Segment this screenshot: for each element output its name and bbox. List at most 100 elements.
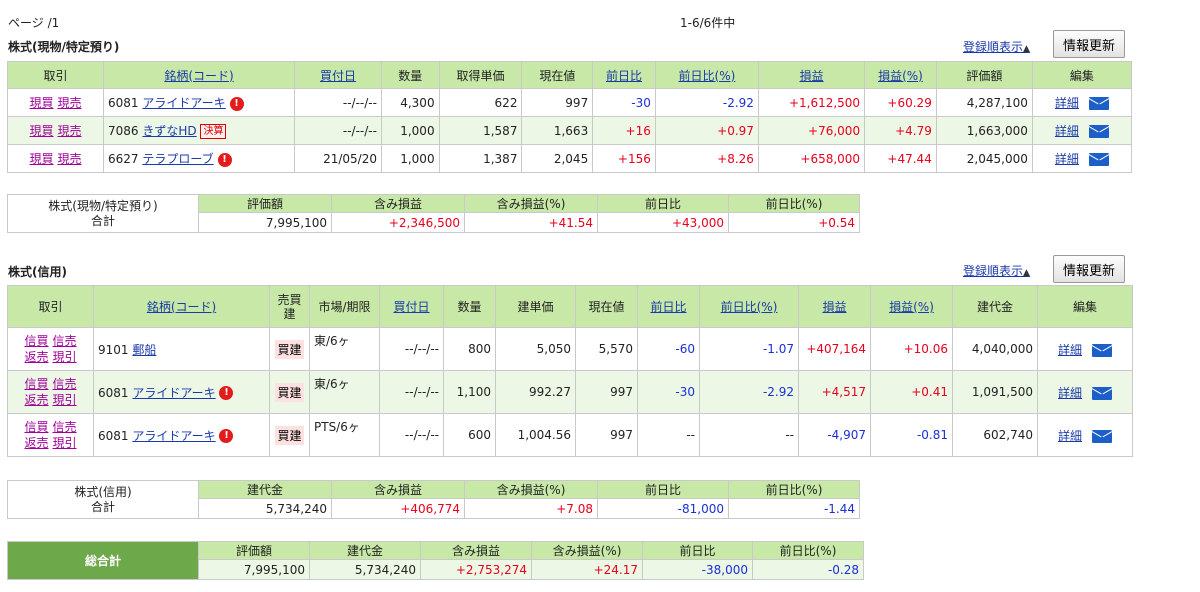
pl: +1,612,500 — [757, 88, 866, 117]
mail-icon[interactable] — [1092, 429, 1112, 443]
col-buydate[interactable]: 買付日 — [294, 61, 382, 89]
buy-date: --/--/-- — [379, 413, 444, 457]
genuri-link[interactable]: 現売 — [58, 152, 82, 166]
cost: 1,587 — [438, 116, 523, 145]
value: 602,740 — [952, 413, 1038, 457]
col-chg[interactable]: 前日比 — [592, 61, 656, 89]
genuri-link[interactable]: 現売 — [58, 96, 82, 110]
mail-icon[interactable] — [1088, 153, 1109, 166]
shinuri-link[interactable]: 信売 — [53, 334, 77, 348]
value: 1,091,500 — [952, 370, 1038, 414]
shinuri-link[interactable]: 信売 — [53, 377, 77, 391]
price: 1,663 — [521, 116, 594, 145]
hensai-link[interactable]: 返売 — [24, 436, 48, 450]
chgp: +0.97 — [654, 116, 759, 145]
plp: -0.81 — [870, 413, 953, 457]
margin-sort-link[interactable]: 登録順表示▲ — [963, 262, 1030, 279]
genbiki-link[interactable]: 現引 — [53, 350, 77, 364]
margin-summary-table: 株式(信用) 合計 建代金 含み損益 含み損益(%) 前日比 前日比(%) 5,7… — [7, 480, 860, 519]
grand-value: -38,000 — [642, 559, 753, 580]
sum-value: +7.08 — [464, 498, 598, 519]
detail-link[interactable]: 詳細 — [1055, 96, 1079, 110]
cash-header-row: 取引 銘柄(コード) 買付日 数量 取得単価 現在値 前日比 前日比(%) 損益… — [6, 61, 1133, 89]
col-chgp[interactable]: 前日比(%) — [699, 285, 799, 328]
cash-sort-link[interactable]: 登録順表示▲ — [963, 38, 1030, 55]
buy-date: --/--/-- — [294, 116, 382, 145]
hensai-link[interactable]: 返売 — [24, 393, 48, 407]
value: 2,045,000 — [935, 144, 1033, 173]
col-type: 売買建 — [269, 285, 310, 328]
stock-name-link[interactable]: 郵船 — [132, 343, 156, 357]
genbai-link[interactable]: 現買 — [29, 124, 53, 138]
shinuri-link[interactable]: 信売 — [53, 420, 77, 434]
col-chg[interactable]: 前日比 — [637, 285, 700, 328]
col-cost: 建単価 — [495, 285, 576, 328]
margin-holdings-table: 取引 銘柄(コード) 売買建 市場/期限 買付日 数量 建単価 現在値 前日比 … — [7, 285, 1133, 457]
earnings-badge[interactable]: 決算 — [200, 124, 227, 139]
genbiki-link[interactable]: 現引 — [53, 393, 77, 407]
stock-code: 7086 — [108, 124, 139, 138]
detail-link[interactable]: 詳細 — [1055, 124, 1079, 138]
genbiki-link[interactable]: 現引 — [53, 436, 77, 450]
stock-name-link[interactable]: アライドアーキ — [132, 429, 215, 443]
alert-icon[interactable]: ! — [229, 96, 244, 111]
col-pl[interactable]: 損益 — [798, 285, 871, 328]
alert-icon[interactable]: ! — [219, 386, 234, 400]
chg: -30 — [592, 88, 656, 117]
shinkai-link[interactable]: 信買 — [24, 377, 48, 391]
alert-icon[interactable]: ! — [217, 152, 232, 167]
table-row: 信買 信売 返売 現引 6081 アライドアーキ ! 買建 PTS/6ヶ --/--/… — [7, 413, 1133, 457]
qty: 4,300 — [380, 88, 440, 117]
grand-total-label: 総合計 — [7, 541, 199, 580]
col-price: 現在値 — [575, 285, 638, 328]
col-pl[interactable]: 損益 — [757, 61, 866, 89]
mail-icon[interactable] — [1092, 386, 1112, 400]
alert-icon[interactable]: ! — [219, 429, 234, 443]
margin-refresh-button[interactable]: 情報更新 — [1053, 255, 1126, 283]
stock-name-link[interactable]: アライドアーキ — [142, 96, 225, 110]
sum-head: 含み損益(%) — [464, 480, 598, 499]
stock-name-link[interactable]: きずなHD — [142, 124, 196, 138]
stock-name-link[interactable]: テラプローブ — [142, 152, 213, 166]
sum-head: 前日比(%) — [728, 194, 860, 213]
sort-triangle-icon: ▲ — [1023, 268, 1030, 278]
mail-icon[interactable] — [1088, 125, 1109, 138]
cash-refresh-button[interactable]: 情報更新 — [1053, 30, 1126, 58]
col-plp[interactable]: 損益(%) — [870, 285, 953, 328]
shinkai-link[interactable]: 信買 — [24, 420, 48, 434]
detail-link[interactable]: 詳細 — [1058, 386, 1082, 400]
col-qty: 数量 — [380, 61, 440, 89]
col-plp[interactable]: 損益(%) — [864, 61, 937, 89]
col-issue[interactable]: 銘柄(コード) — [103, 61, 296, 89]
detail-link[interactable]: 詳細 — [1055, 152, 1079, 166]
shinkai-link[interactable]: 信買 — [24, 334, 48, 348]
mail-icon[interactable] — [1088, 97, 1109, 110]
margin-section-title: 株式(信用) — [8, 265, 67, 279]
detail-link[interactable]: 詳細 — [1058, 343, 1082, 357]
col-issue[interactable]: 銘柄(コード) — [93, 285, 270, 328]
genbai-link[interactable]: 現買 — [29, 152, 53, 166]
detail-link[interactable]: 詳細 — [1058, 429, 1082, 443]
qty: 800 — [443, 327, 496, 371]
stock-code: 6081 — [108, 96, 139, 110]
chg: -30 — [637, 370, 700, 414]
genuri-link[interactable]: 現売 — [58, 124, 82, 138]
col-qty: 数量 — [443, 285, 496, 328]
price: 997 — [575, 370, 638, 414]
cash-summary-label: 株式(現物/特定預り) — [48, 198, 158, 213]
page-indicator: ページ /1 — [8, 16, 60, 30]
stock-name-link[interactable]: アライドアーキ — [132, 386, 215, 400]
pl: +407,164 — [798, 327, 871, 371]
buy-date: --/--/-- — [379, 327, 444, 371]
grand-head: 評価額 — [198, 541, 310, 560]
cash-summary-table: 株式(現物/特定預り) 合計 評価額 含み損益 含み損益(%) 前日比 前日比(%… — [7, 194, 860, 233]
hensai-link[interactable]: 返売 — [24, 350, 48, 364]
value: 4,040,000 — [952, 327, 1038, 371]
chgp: -2.92 — [654, 88, 759, 117]
mail-icon[interactable] — [1092, 343, 1112, 357]
price: 997 — [575, 413, 638, 457]
col-buydate[interactable]: 買付日 — [379, 285, 444, 328]
col-chgp[interactable]: 前日比(%) — [654, 61, 759, 89]
grand-value: +24.17 — [531, 559, 643, 580]
genbai-link[interactable]: 現買 — [29, 96, 53, 110]
